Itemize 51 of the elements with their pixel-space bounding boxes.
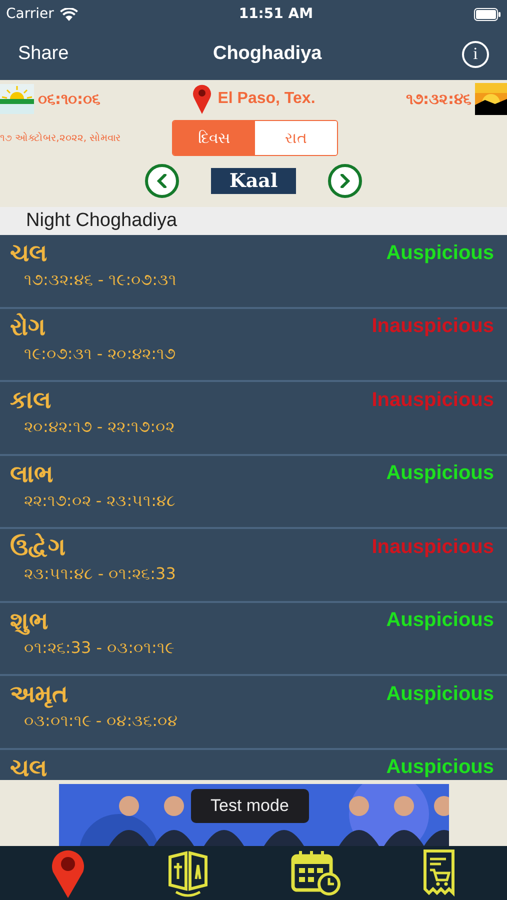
choghadiya-name: ચલ — [10, 239, 47, 267]
translate-icon — [166, 849, 210, 897]
status-label: Auspicious — [386, 682, 494, 706]
time-range: ૨૩:૫૧:૪૮ - ૦૧:૨૬:33 — [24, 564, 177, 583]
period-label: Kaal — [211, 168, 296, 194]
choghadiya-name: ઉદ્વેગ — [10, 533, 66, 561]
location-pin-icon — [192, 84, 212, 114]
time-range: ૨૦:૪૨:૧૭ - ૨૨:૧૭:૦૨ — [24, 417, 176, 436]
next-button[interactable] — [328, 164, 362, 198]
battery-icon — [474, 8, 501, 20]
choghadiya-name: ચલ — [10, 754, 47, 780]
choghadiya-name: અમૃત — [10, 680, 68, 708]
status-label: Auspicious — [386, 242, 494, 264]
status-label: Auspicious — [386, 462, 494, 485]
time-range: ૦૧:૨૬:33 - ૦૩:૦૧:૧૯ — [24, 638, 175, 656]
status-label: Auspicious — [386, 609, 494, 632]
sunset-icon — [475, 83, 507, 115]
sunrise-time: ૦૬:૧૦:૦૬ — [38, 90, 100, 108]
info-button[interactable]: i — [462, 40, 489, 68]
time-range: ૧૭:૩૨:૪૬ - ૧૯:૦૭:૩૧ — [24, 270, 178, 289]
calendar-clock-icon — [290, 850, 341, 896]
status-label: Auspicious — [386, 756, 494, 779]
share-button[interactable]: Share — [14, 39, 73, 69]
section-header: Night Choghadiya — [0, 207, 507, 235]
tab-bar-item[interactable] — [166, 849, 210, 897]
choghadiya-name: કાલ — [10, 386, 51, 414]
sunrise-icon — [0, 84, 34, 114]
choghadiya-name: રોગ — [10, 312, 46, 340]
choghadiya-name: લાભ — [10, 460, 53, 488]
choghadiya-name: શુભ — [10, 606, 48, 634]
sunset-time: ૧૭:૩૨:૪૬ — [406, 90, 471, 108]
chevron-right-icon — [338, 174, 351, 188]
clock-time: 11:51 AM — [238, 6, 314, 22]
time-range: ૧૯:૦૭:૩૧ - ૨૦:૪૨:૧૭ — [24, 344, 177, 362]
test-mode-badge: Test mode — [190, 789, 309, 823]
carrier-name: Carrier — [6, 6, 54, 22]
tab-bar-item[interactable] — [290, 850, 341, 896]
tab-bar-item[interactable] — [420, 849, 457, 897]
date-text: ૧૭ ઓક્ટોબર,૨૦૨૨, સોમવાર — [0, 132, 122, 144]
location-name: El Paso, Tex. — [218, 90, 316, 108]
screen-title: Choghadiya — [212, 43, 322, 65]
status-label: Inauspicious — [372, 388, 494, 412]
previous-button[interactable] — [145, 164, 180, 198]
time-range: ૦૩:૦૧:૧૯ - ૦૪:૩૬:૦૪ — [24, 711, 179, 730]
wifi-icon — [60, 8, 78, 20]
time-range: ૨૨:૧૭:૦૨ - ૨૩:૫૧:૪૮ — [24, 490, 177, 510]
receipt-cart-icon — [420, 849, 457, 897]
chevron-left-icon — [156, 174, 168, 188]
status-label: Inauspicious — [372, 315, 494, 338]
status-label: Inauspicious — [372, 536, 494, 558]
location-pin-icon — [50, 848, 86, 898]
